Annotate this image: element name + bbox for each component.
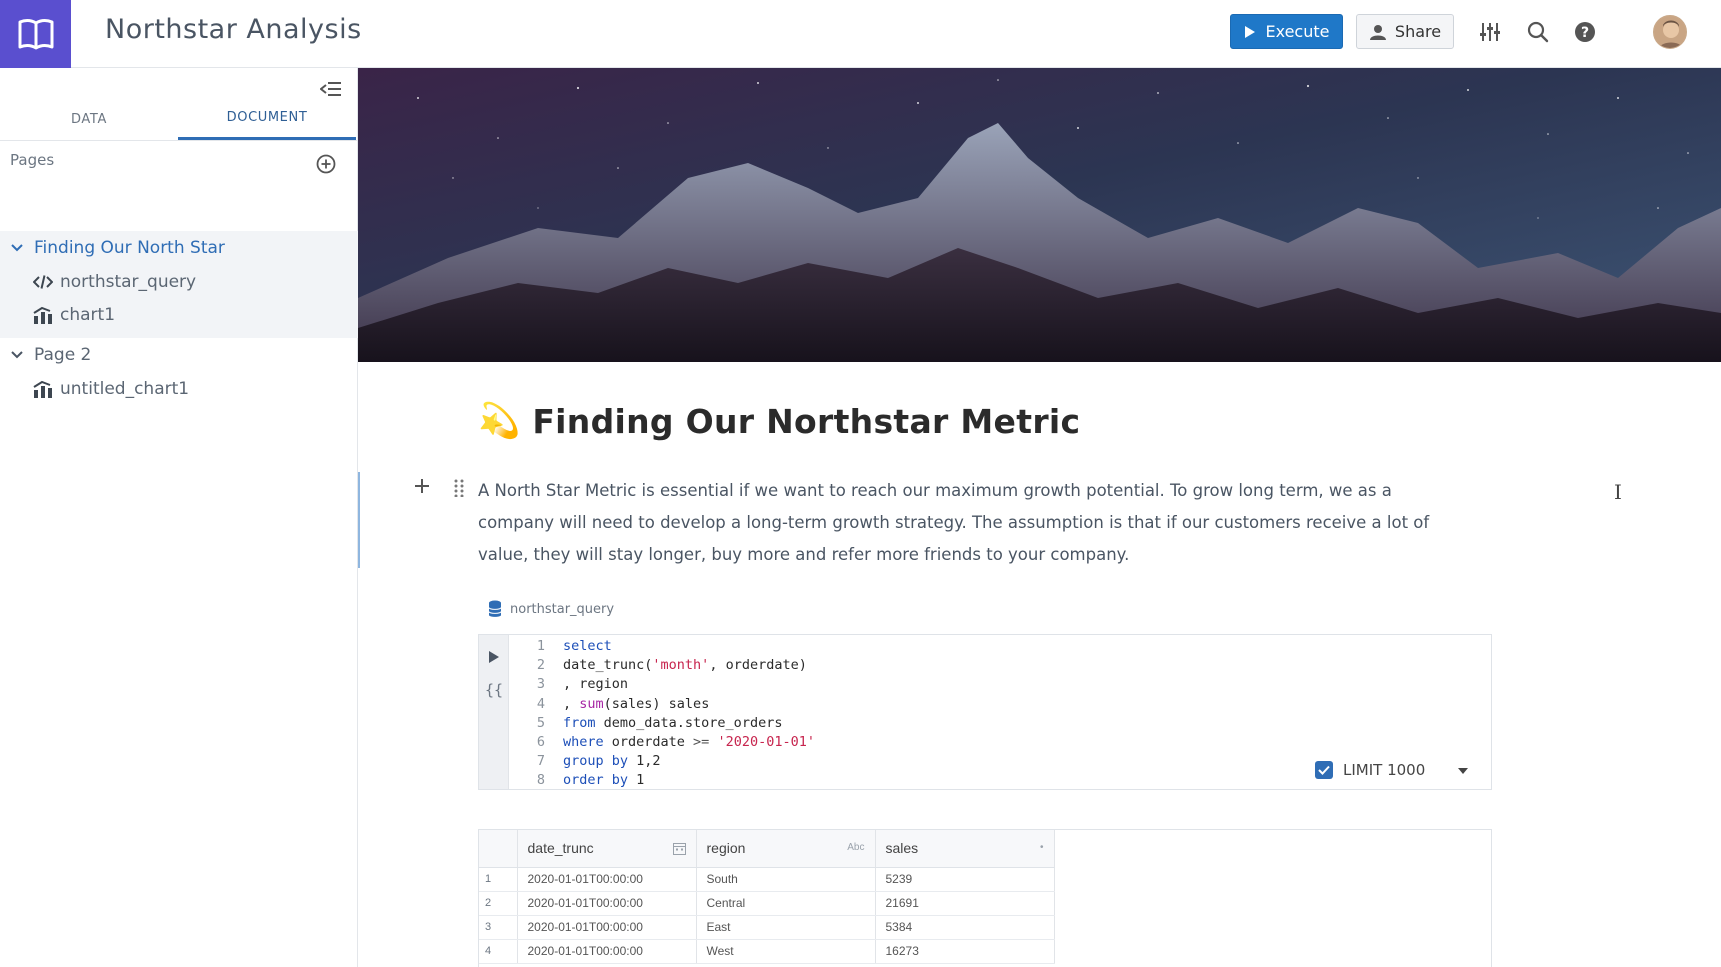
template-braces-icon[interactable]: {{ [485, 681, 503, 699]
code-line: 2 date_trunc('month', orderdate) [536, 657, 807, 674]
block-focus-indicator [358, 472, 360, 568]
sidebar: DATA DOCUMENT Pages Finding Our North St… [0, 68, 358, 967]
sidebar-item-label: northstar_query [60, 272, 197, 292]
tab-document[interactable]: DOCUMENT [178, 98, 356, 140]
limit-dropdown-caret-icon[interactable] [1457, 761, 1469, 779]
table-row: 1 2020-01-01T00:00:00 South 5239 [479, 867, 1055, 892]
sidebar-item-untitled-chart1[interactable]: untitled_chart1 [0, 372, 358, 406]
text-cursor-icon: I [1614, 480, 1622, 504]
svg-text:?: ? [1581, 25, 1589, 41]
table-row: 2 2020-01-01T00:00:00 Central 21691 [479, 891, 1055, 916]
play-icon [1244, 25, 1255, 38]
number-type-badge: • [1039, 842, 1044, 853]
text-block[interactable]: A North Star Metric is essential if we w… [478, 475, 1478, 571]
help-icon[interactable]: ? [1572, 19, 1598, 45]
page-title-label: Finding Our North Star [34, 238, 225, 258]
database-icon [488, 600, 502, 617]
document-title-text: Finding Our Northstar Metric [532, 401, 1081, 441]
editor-toolbar: {{ [479, 635, 509, 789]
query-name: northstar_query [510, 601, 615, 617]
page-title-label: Page 2 [34, 345, 92, 365]
chevron-down-icon[interactable] [10, 241, 24, 255]
app-title: Northstar Analysis [105, 14, 362, 45]
code-lines: 1 select 2 date_trunc('month', orderdate) … [519, 637, 815, 791]
top-bar: Northstar Analysis Execute Share ? [0, 0, 1721, 68]
book-icon [18, 19, 53, 50]
limit-label: LIMIT 1000 [1343, 761, 1426, 779]
sidebar-item-label: untitled_chart1 [60, 379, 190, 399]
limit-checkbox[interactable] [1315, 761, 1333, 779]
share-label: Share [1394, 22, 1442, 41]
run-query-icon[interactable] [488, 649, 500, 663]
column-header-sales[interactable]: sales • [875, 830, 1055, 868]
check-icon [1318, 765, 1330, 775]
paragraph-line: company will need to develop a long-term… [478, 513, 1430, 532]
column-header-region[interactable]: region Abc [696, 830, 876, 868]
table-row: 3 2020-01-01T00:00:00 East 5384 [479, 915, 1055, 940]
results-grid: date_trunc region Abc sales • 1 2020-01-… [479, 830, 1055, 964]
paragraph-line: value, they will stay longer, buy more a… [478, 545, 1130, 564]
limit-control: LIMIT 1000 [1315, 761, 1469, 779]
drag-handle-icon[interactable] [454, 479, 464, 498]
paragraph-line: A North Star Metric is essential if we w… [478, 481, 1392, 500]
sidebar-item-northstar-query[interactable]: northstar_query [0, 265, 358, 299]
page-item-finding-our-north-star[interactable]: Finding Our North Star [0, 231, 358, 265]
execute-button[interactable]: Execute [1230, 14, 1343, 49]
code-line: 6 where orderdate >= '2020-01-01' [536, 734, 815, 751]
table-row: 4 2020-01-01T00:00:00 West 16273 [479, 939, 1055, 964]
execute-label: Execute [1265, 22, 1330, 41]
code-line: 5 from demo_data.store_orders [536, 714, 783, 731]
chevron-down-icon[interactable] [10, 348, 24, 362]
code-line: 7 group by 1,2 [536, 753, 661, 770]
code-line: 8 order by 1 [536, 772, 645, 789]
user-avatar[interactable] [1653, 15, 1687, 49]
document-canvas: 💫 Finding Our Northstar Metric A North S… [358, 68, 1721, 967]
user-icon [1369, 24, 1386, 40]
sidebar-item-chart1[interactable]: chart1 [0, 298, 358, 332]
column-header-date-trunc[interactable]: date_trunc [517, 830, 697, 868]
app-logo[interactable] [0, 0, 71, 68]
code-line: 1 select [536, 638, 612, 654]
sql-editor[interactable]: {{ 1 select 2 date_trunc('month', orderdat… [478, 634, 1492, 790]
text-type-badge: Abc [847, 842, 865, 853]
page-item-page-2[interactable]: Page 2 [0, 338, 358, 372]
share-button[interactable]: Share [1356, 14, 1454, 49]
tab-data[interactable]: DATA [0, 98, 178, 140]
code-icon [33, 272, 55, 292]
sidebar-item-label: chart1 [60, 305, 116, 325]
chart-icon [33, 379, 55, 399]
search-icon[interactable] [1525, 19, 1551, 45]
settings-sliders-icon[interactable] [1477, 19, 1503, 45]
document-title[interactable]: 💫 Finding Our Northstar Metric [478, 401, 1080, 441]
tabs-divider [0, 140, 358, 141]
dizzy-star-icon: 💫 [478, 401, 521, 441]
calendar-icon [672, 842, 686, 858]
code-line: 4, sum (sales) sales [536, 695, 710, 712]
add-block-icon[interactable] [414, 478, 432, 496]
pages-heading: Pages [10, 151, 55, 169]
query-header: northstar_query [488, 600, 614, 618]
add-page-icon[interactable] [316, 154, 338, 176]
cover-image [358, 68, 1721, 362]
row-number-header [479, 830, 518, 868]
code-line: 3, region [536, 676, 629, 693]
results-table: date_trunc region Abc sales • 1 2020-01-… [478, 829, 1492, 967]
chart-icon [33, 305, 55, 325]
